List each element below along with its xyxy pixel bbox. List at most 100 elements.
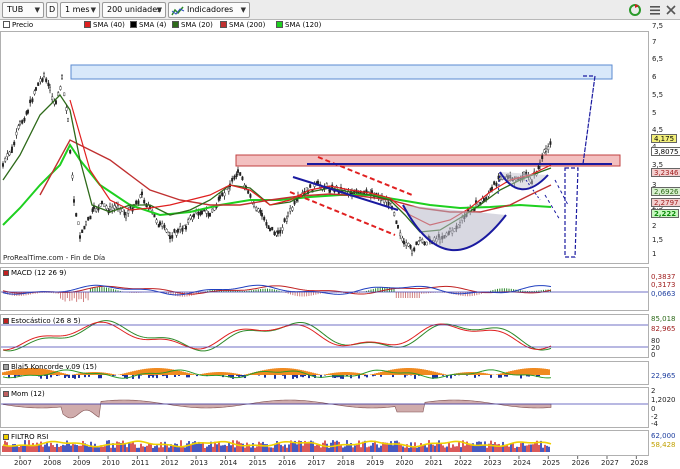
price-candle	[387, 202, 390, 206]
price-candle	[15, 131, 18, 136]
price-candle	[59, 86, 62, 90]
filtro-label[interactable]: FILTRO RSI	[3, 432, 48, 442]
price-candle	[124, 214, 127, 219]
price-candle	[273, 231, 276, 235]
price-candle	[317, 180, 320, 185]
price-candle	[423, 241, 426, 246]
price-candle	[155, 219, 158, 224]
price-tick-label: 6	[652, 73, 657, 81]
price-candle	[405, 242, 408, 246]
price-candle	[189, 215, 192, 219]
price-candle	[181, 228, 184, 232]
price-candle	[127, 210, 130, 214]
x-tick-label: 2015	[248, 459, 267, 467]
price-tick-label: 7,5	[652, 22, 664, 30]
price-candle	[167, 232, 170, 236]
macd-label-text: MACD (12 26 9)	[11, 269, 67, 277]
mom-label[interactable]: Mom (12)	[3, 389, 45, 399]
legend-price[interactable]: Precio	[3, 20, 33, 31]
macd-value-3: 0,0663	[651, 290, 676, 298]
price-candle	[493, 181, 496, 185]
price-candle	[291, 207, 294, 211]
price-candle	[236, 169, 239, 173]
price-candle	[409, 245, 412, 249]
price-candle	[545, 148, 548, 152]
stoch-tick-0: 0	[651, 351, 656, 359]
price-candle	[261, 213, 264, 217]
price-candle	[140, 191, 143, 196]
price-candle	[171, 235, 174, 239]
price-candle	[137, 200, 140, 204]
mom-swatch	[3, 391, 9, 397]
price-candle	[221, 192, 224, 196]
legend-sma120[interactable]: SMA (120)	[276, 20, 321, 31]
legend-sma120-label: SMA (120)	[285, 21, 322, 29]
macd-label[interactable]: MACD (12 26 9)	[3, 268, 66, 278]
legend-price-label: Precio	[12, 21, 34, 29]
price-tick-label: 5,5	[652, 91, 664, 99]
macd-swatch	[3, 270, 9, 276]
stoch-panel-frame	[0, 314, 649, 358]
legend-sma4-swatch	[130, 21, 137, 28]
price-candle	[403, 240, 406, 245]
legend-sma200[interactable]: SMA (200)	[220, 20, 265, 31]
x-tick-label: 2026	[571, 459, 590, 467]
price-candle	[13, 141, 16, 146]
price-candle	[227, 188, 230, 192]
chart-canvas[interactable]	[0, 0, 680, 469]
price-candle	[23, 117, 26, 122]
legend-sma4-label: SMA (4)	[139, 21, 167, 29]
x-tick-label: 2008	[43, 459, 62, 467]
price-candle	[197, 212, 200, 216]
legend-sma4[interactable]: SMA (4)	[130, 20, 166, 31]
macd-value-2: 0,3173	[651, 281, 676, 289]
price-candle	[184, 226, 187, 230]
price-candle	[21, 120, 24, 124]
price-candle	[421, 238, 424, 243]
price-candle	[235, 173, 238, 178]
price-tick-label: 4,5	[652, 126, 664, 134]
price-candle	[277, 230, 280, 234]
price-candle	[2, 163, 5, 167]
price-candle	[239, 172, 242, 176]
price-candle	[537, 165, 540, 170]
legend-sma40-label: SMA (40)	[93, 21, 125, 29]
legend-sma20[interactable]: SMA (20)	[172, 20, 213, 31]
price-candle	[83, 225, 86, 230]
stoch-value-1: 85,018	[651, 315, 676, 323]
price-candle	[35, 87, 38, 91]
blai5-label[interactable]: Blai5 Koncorde v.09 (15)	[3, 362, 97, 372]
x-tick-label: 2010	[102, 459, 120, 467]
filtro-series	[2, 440, 552, 452]
mom-series	[2, 399, 552, 419]
price-candle	[103, 203, 106, 207]
price-candle	[417, 241, 420, 245]
legend-sma40-swatch	[84, 21, 91, 28]
macd-series	[2, 284, 552, 302]
x-tick-label: 2025	[542, 459, 561, 467]
x-tick-label: 2023	[483, 459, 502, 467]
price-candle	[281, 227, 284, 231]
x-tick-label: 2017	[307, 459, 326, 467]
price-candle	[105, 205, 108, 210]
price-candle	[397, 225, 400, 229]
x-tick-label: 2024	[512, 459, 531, 467]
x-tick-label: 2020	[395, 459, 414, 467]
stoch-label[interactable]: Estocástico (26 8 5)	[3, 316, 81, 326]
price-candle	[39, 78, 42, 83]
filtro-swatch	[3, 434, 9, 440]
price-candle	[192, 213, 195, 218]
price-candle	[305, 187, 308, 191]
price-candle	[211, 208, 214, 213]
legend-sma40[interactable]: SMA (40)	[84, 20, 125, 31]
price-candle	[415, 241, 418, 246]
price-candle	[168, 235, 171, 240]
price-candle	[309, 184, 312, 188]
price-candle	[249, 194, 252, 198]
price-candle	[393, 212, 396, 216]
price-candle	[161, 223, 164, 227]
price-candle	[395, 220, 398, 224]
price-tick-label: 2	[652, 222, 657, 230]
legend-sma120-swatch	[276, 21, 283, 28]
price-candle	[45, 78, 48, 82]
